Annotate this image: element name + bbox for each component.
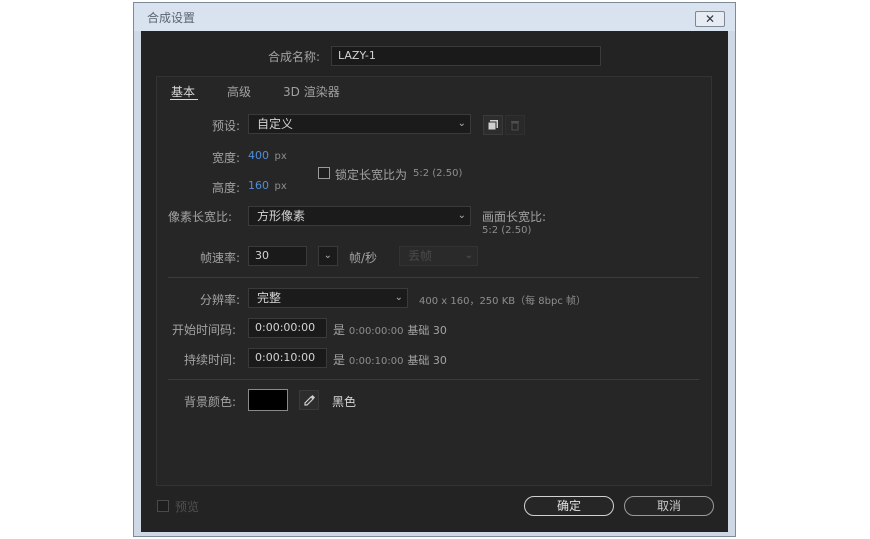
frame-aspect-label: 画面长宽比: [482, 210, 547, 224]
background-color-name: 黑色 [332, 395, 357, 409]
frame-rate-dropdown[interactable]: ⌄ [318, 246, 338, 266]
background-color-label: 背景颜色: [184, 395, 237, 409]
chevron-down-icon: ⌄ [464, 250, 473, 261]
ok-button[interactable]: 确定 [524, 496, 614, 516]
frame-aspect-value: 5:2 (2.50) [482, 225, 532, 236]
tab-basic[interactable]: 基本 [171, 83, 195, 100]
window-title: 合成设置 [147, 11, 196, 25]
new-preset-button[interactable] [483, 115, 503, 135]
height-value[interactable]: 160 [248, 179, 269, 192]
preview-label: 预览 [175, 500, 200, 514]
close-button[interactable]: ✕ [695, 11, 725, 27]
tab-3d-renderer[interactable]: 3D 渲染器 [283, 83, 340, 100]
divider [168, 379, 699, 380]
height-label: 高度: [212, 181, 241, 195]
drop-frame-dropdown: 丢帧 ⌄ [399, 246, 478, 266]
chevron-down-icon: ⌄ [457, 118, 466, 129]
lock-aspect-ratio: 5:2 (2.50) [413, 168, 463, 179]
height-field[interactable]: 160 px [248, 179, 287, 192]
delete-preset-icon [511, 121, 519, 131]
resolution-value: 完整 [257, 291, 282, 305]
frame-rate-input[interactable]: 30 [248, 246, 307, 266]
chevron-down-icon: ⌄ [394, 292, 403, 303]
frame-rate-label: 帧速率: [200, 251, 241, 265]
chevron-down-icon: ⌄ [457, 210, 466, 221]
comp-name-input[interactable]: LAZY-1 [331, 46, 601, 66]
resolution-label: 分辨率: [200, 293, 241, 307]
divider [168, 277, 699, 278]
duration-info-base: 基础 30 [407, 354, 447, 367]
lock-aspect-checkbox[interactable] [318, 167, 330, 179]
duration-info: 是 0:00:10:00 基础 30 [333, 351, 447, 368]
lock-aspect-label: 锁定长宽比为 [335, 168, 408, 182]
start-timecode-info: 是 0:00:00:00 基础 30 [333, 321, 447, 338]
active-tab-indicator [170, 99, 198, 100]
frame-rate-unit: 帧/秒 [349, 251, 378, 265]
duration-label: 持续时间: [184, 353, 237, 367]
close-icon: ✕ [704, 12, 716, 26]
preset-label: 预设: [212, 119, 241, 133]
comp-name-label: 合成名称: [268, 50, 321, 64]
duration-input[interactable]: 0:00:10:00 [248, 348, 327, 368]
eyedropper-button[interactable] [299, 390, 319, 410]
background-color-swatch[interactable] [248, 389, 288, 411]
width-label: 宽度: [212, 151, 241, 165]
chevron-down-icon: ⌄ [323, 250, 332, 261]
start-timecode-label: 开始时间码: [172, 323, 237, 337]
settings-panel [156, 76, 712, 486]
title-bar[interactable] [134, 3, 735, 31]
start-timecode-input[interactable]: 0:00:00:00 [248, 318, 327, 338]
preview-checkbox[interactable] [157, 500, 169, 512]
resolution-info: 400 x 160，250 KB（每 8bpc 帧） [419, 296, 587, 307]
resolution-dropdown[interactable]: 完整 ⌄ [248, 288, 408, 308]
height-unit: px [274, 181, 287, 192]
start-timecode-info-time: 0:00:00:00 [348, 326, 404, 337]
delete-preset-button[interactable] [505, 115, 525, 135]
pixel-aspect-label: 像素长宽比: [168, 210, 233, 224]
preset-dropdown[interactable]: 自定义 ⌄ [248, 114, 471, 134]
width-field[interactable]: 400 px [248, 149, 287, 162]
pixel-aspect-dropdown[interactable]: 方形像素 ⌄ [248, 206, 471, 226]
drop-frame-value: 丢帧 [408, 249, 433, 263]
start-timecode-info-prefix: 是 [333, 323, 346, 337]
duration-info-time: 0:00:10:00 [348, 356, 404, 367]
pixel-aspect-value: 方形像素 [257, 209, 306, 223]
duration-info-prefix: 是 [333, 353, 346, 367]
start-timecode-info-base: 基础 30 [407, 324, 447, 337]
cancel-button[interactable]: 取消 [624, 496, 714, 516]
eyedropper-icon [304, 395, 315, 406]
preset-value: 自定义 [257, 117, 294, 131]
new-preset-icon [487, 120, 498, 131]
tab-advanced[interactable]: 高级 [227, 83, 251, 100]
width-value[interactable]: 400 [248, 149, 269, 162]
width-unit: px [274, 151, 287, 162]
